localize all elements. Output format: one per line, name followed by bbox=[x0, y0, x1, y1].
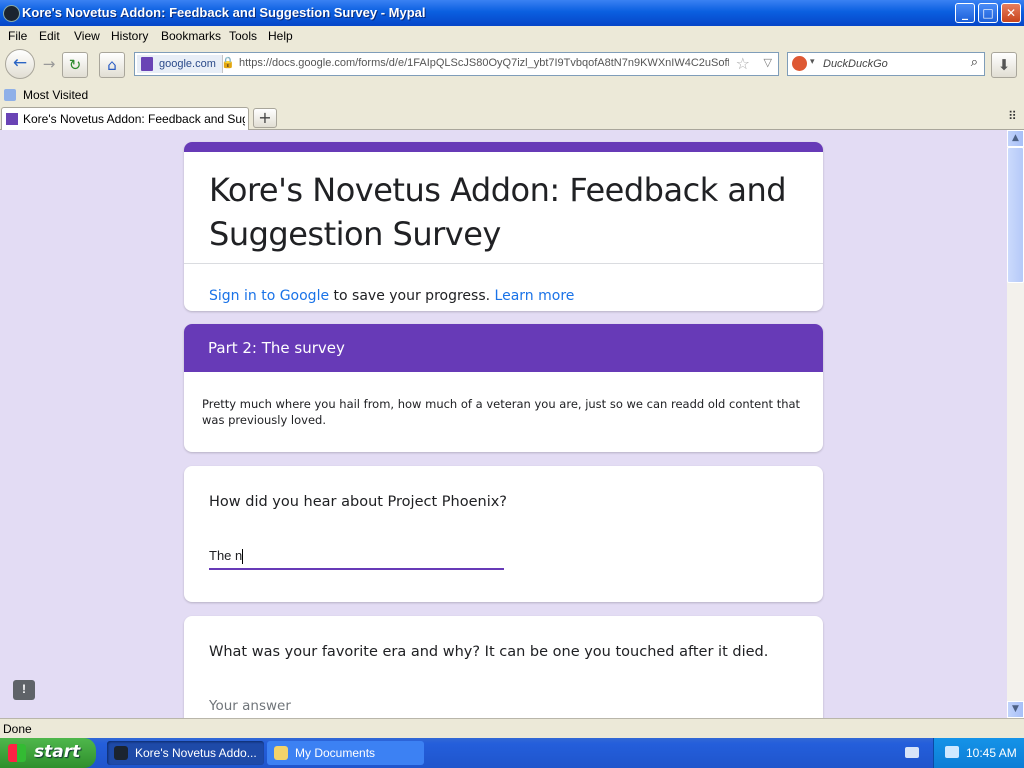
mypal-app-icon bbox=[114, 746, 128, 760]
menu-bookmarks[interactable]: Bookmarks bbox=[161, 29, 221, 43]
question-title: How did you hear about Project Phoenix? bbox=[209, 494, 507, 510]
url-dropdown-icon[interactable]: ▽ bbox=[764, 56, 772, 69]
search-placeholder: DuckDuckGo bbox=[823, 58, 888, 70]
list-all-tabs-icon[interactable]: ⠿ bbox=[1008, 109, 1017, 123]
new-tab-button[interactable]: + bbox=[253, 108, 277, 128]
tab-active[interactable]: Kore's Novetus Addon: Feedback and Sugge… bbox=[1, 107, 249, 130]
answer-text: The n bbox=[209, 548, 243, 563]
question-card: How did you hear about Project Phoenix? … bbox=[184, 466, 823, 602]
menu-file[interactable]: File bbox=[8, 29, 27, 43]
google-forms-favicon-icon bbox=[6, 113, 18, 125]
url-text[interactable]: https://docs.google.com/forms/d/e/1FAIpQ… bbox=[239, 57, 729, 69]
forward-button[interactable]: → bbox=[36, 52, 62, 78]
menu-edit[interactable]: Edit bbox=[39, 29, 60, 43]
duckduckgo-icon[interactable] bbox=[792, 56, 807, 71]
home-button[interactable]: ⌂ bbox=[99, 52, 125, 78]
menu-bar: File Edit View History Bookmarks Tools H… bbox=[0, 26, 1024, 46]
form-header-card: Kore's Novetus Addon: Feedback and Sugge… bbox=[184, 142, 823, 311]
status-bar: Done bbox=[0, 718, 1024, 738]
downloads-button[interactable]: ⬇ bbox=[991, 52, 1017, 78]
menu-help[interactable]: Help bbox=[268, 29, 293, 43]
bookmarks-toolbar: Most Visited bbox=[0, 84, 1024, 106]
back-button[interactable]: ← bbox=[5, 49, 35, 79]
keyboard-icon[interactable] bbox=[905, 747, 919, 758]
google-forms-favicon-icon bbox=[141, 57, 153, 71]
status-text: Done bbox=[3, 722, 32, 736]
sign-in-link[interactable]: Sign in to Google bbox=[209, 288, 329, 304]
site-label: google.com bbox=[159, 58, 216, 70]
scrollbar-thumb[interactable] bbox=[1007, 147, 1024, 283]
section-card: Part 2: The survey Pretty much where you… bbox=[184, 324, 823, 452]
search-icon[interactable]: ⌕ bbox=[971, 55, 978, 70]
report-feedback-icon[interactable]: ! bbox=[13, 680, 35, 700]
page-content: Kore's Novetus Addon: Feedback and Sugge… bbox=[0, 130, 1007, 718]
start-label: start bbox=[34, 742, 81, 762]
close-button[interactable]: ✕ bbox=[1001, 3, 1021, 23]
window-title-bar[interactable]: Kore's Novetus Addon: Feedback and Sugge… bbox=[0, 0, 1024, 26]
taskbar-item-browser[interactable]: Kore's Novetus Addo... bbox=[107, 741, 264, 765]
taskbar-item-label: My Documents bbox=[295, 746, 376, 760]
section-description: Pretty much where you hail from, how muc… bbox=[202, 397, 801, 427]
lock-icon: 🔒 bbox=[221, 56, 235, 69]
tab-bar: Kore's Novetus Addon: Feedback and Sugge… bbox=[0, 106, 1024, 130]
question-card: What was your favorite era and why? It c… bbox=[184, 616, 823, 718]
vertical-scrollbar[interactable]: ▲ ▼ bbox=[1007, 130, 1024, 718]
sign-in-text: to save your progress. bbox=[329, 288, 495, 304]
menu-tools[interactable]: Tools bbox=[229, 29, 257, 43]
reload-button[interactable]: ↻ bbox=[62, 52, 88, 78]
learn-more-link[interactable]: Learn more bbox=[495, 288, 575, 304]
maximize-button[interactable]: □ bbox=[978, 3, 998, 23]
section-title: Part 2: The survey bbox=[208, 339, 345, 357]
taskbar-item-label: Kore's Novetus Addo... bbox=[135, 746, 257, 760]
menu-history[interactable]: History bbox=[111, 29, 148, 43]
system-tray: 10:45 AM bbox=[933, 738, 1024, 768]
minimize-button[interactable]: _ bbox=[955, 3, 975, 23]
windows-logo-icon bbox=[8, 744, 26, 762]
form-accent-band bbox=[184, 142, 823, 152]
most-visited-label: Most Visited bbox=[23, 88, 89, 102]
folder-icon bbox=[274, 746, 288, 760]
search-input[interactable]: ▾ DuckDuckGo ⌕ bbox=[787, 52, 985, 76]
search-engine-dropdown-icon[interactable]: ▾ bbox=[810, 57, 815, 67]
navigation-toolbar: ← → ↻ ⌂ google.com 🔒 https://docs.google… bbox=[0, 46, 1024, 84]
question-title: What was your favorite era and why? It c… bbox=[209, 644, 769, 660]
scroll-up-icon[interactable]: ▲ bbox=[1007, 130, 1024, 147]
clock[interactable]: 10:45 AM bbox=[966, 746, 1017, 760]
divider bbox=[184, 263, 823, 264]
bookmark-star-icon[interactable]: ☆ bbox=[736, 54, 750, 73]
form-title: Kore's Novetus Addon: Feedback and Sugge… bbox=[209, 171, 787, 253]
scroll-down-icon[interactable]: ▼ bbox=[1007, 701, 1024, 718]
mypal-app-icon bbox=[3, 5, 20, 22]
short-answer-input[interactable]: The n bbox=[209, 548, 504, 570]
window-title: Kore's Novetus Addon: Feedback and Sugge… bbox=[22, 5, 426, 20]
answer-input[interactable]: Your answer bbox=[209, 698, 291, 714]
url-bar[interactable]: google.com 🔒 https://docs.google.com/for… bbox=[134, 52, 779, 76]
site-identity-button[interactable]: google.com bbox=[137, 55, 223, 73]
sign-in-notice: Sign in to Google to save your progress.… bbox=[209, 288, 574, 304]
section-header: Part 2: The survey bbox=[184, 324, 823, 372]
taskbar-item-my-documents[interactable]: My Documents bbox=[267, 741, 424, 765]
tab-label: Kore's Novetus Addon: Feedback and Sugge… bbox=[23, 112, 245, 126]
text-caret bbox=[242, 549, 244, 565]
bookmark-folder-icon bbox=[4, 89, 16, 101]
taskbar: start Kore's Novetus Addo... My Document… bbox=[0, 738, 1024, 768]
menu-view[interactable]: View bbox=[74, 29, 100, 43]
network-icon[interactable] bbox=[945, 746, 959, 758]
start-button[interactable]: start bbox=[0, 738, 96, 768]
